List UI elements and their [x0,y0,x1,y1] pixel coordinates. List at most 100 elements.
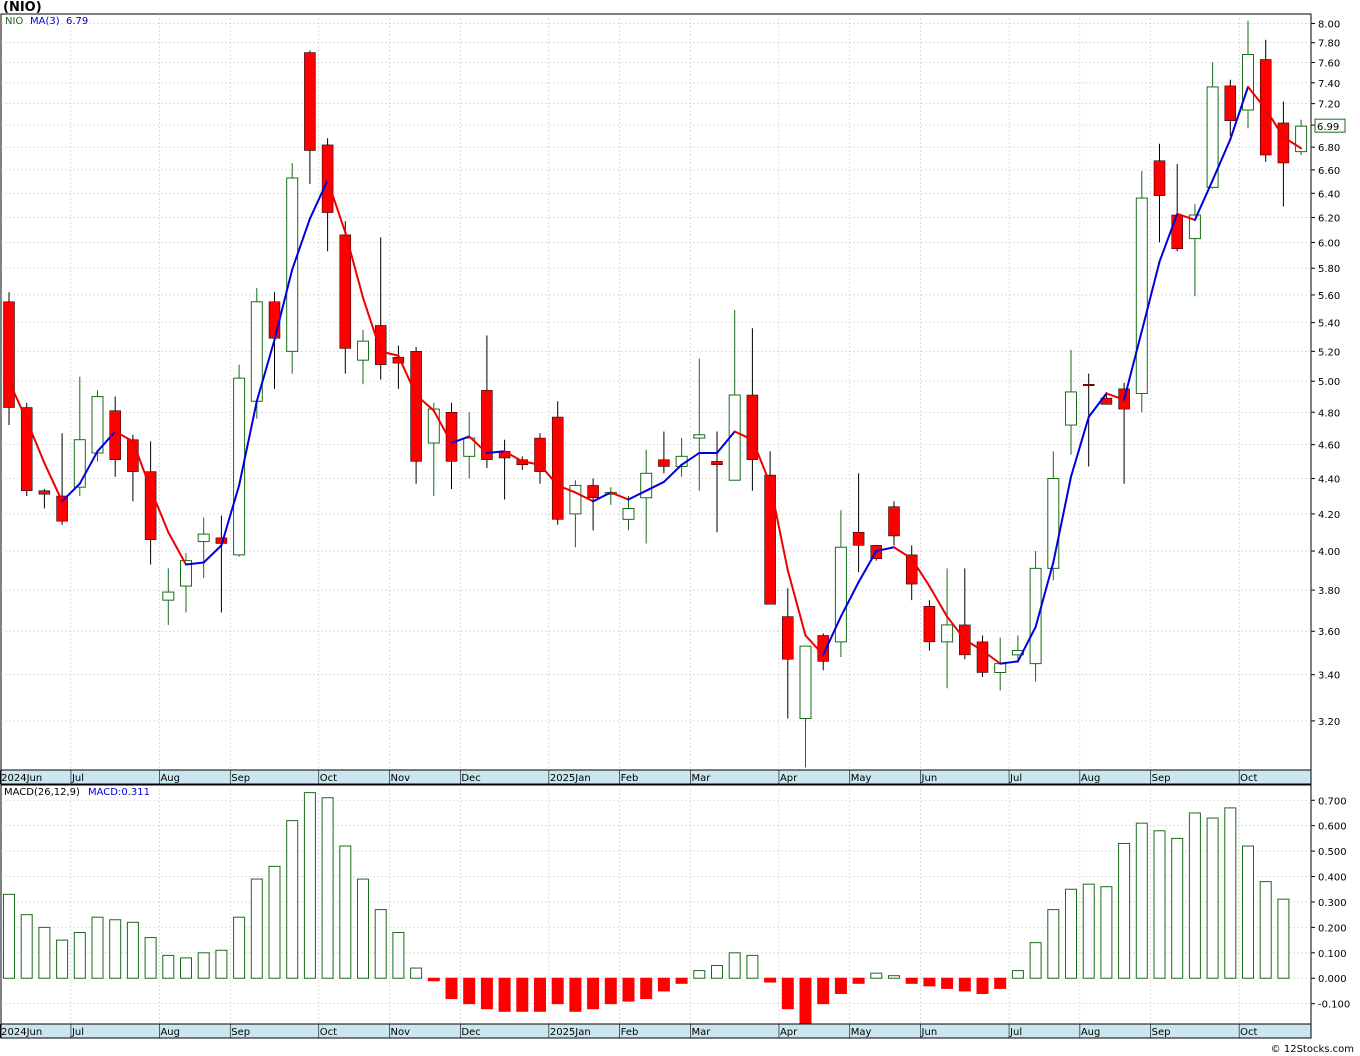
macd-bar [498,977,511,1012]
price-tick-label: 6.40 [1318,189,1340,200]
candle-body [410,351,422,462]
macd-bar [905,977,918,984]
macd-bar [693,970,706,979]
macd-bar [516,977,529,1012]
macd-bar [215,949,228,979]
macd-bar [1082,883,1095,979]
candle [3,292,15,426]
price-tick-label: 3.40 [1318,671,1340,682]
candle-body [304,52,316,151]
macd-bar [976,977,989,994]
candle-body [923,606,936,643]
macd-bar [268,865,281,979]
price-x-axis-label: Aug [160,773,180,784]
macd-bar [374,909,387,979]
macd-bar [73,931,86,979]
price-x-axis-label: 2025Jan [550,773,591,784]
macd-bar [764,977,777,983]
price-x-axis-label: Jun [921,773,938,784]
price-tick-label: 4.20 [1318,510,1340,521]
macd-tick-label: 0.500 [1318,847,1347,858]
price-tick-label: 7.40 [1318,79,1340,90]
macd-bar [286,820,299,979]
price-tick-label: 4.80 [1318,408,1340,419]
macd-x-axis-label: May [851,1027,872,1038]
macd-bar [781,977,794,1010]
candle-body [38,490,51,495]
macd-x-axis-label: Sep [1152,1027,1171,1038]
macd-bar [1047,909,1060,979]
macd-bar [834,977,847,994]
candle-body [286,177,299,352]
macd-bar [817,977,830,1005]
macd-plot-frame [0,784,1312,1025]
candle [551,401,564,525]
price-tick-label: 6.80 [1318,143,1340,154]
candle-body [1224,85,1237,122]
candle-body [1242,54,1254,111]
macd-bar [941,977,954,989]
macd-bar [622,977,635,1002]
macd-bar [250,878,263,979]
candle-body [711,461,723,466]
candle-body [427,408,440,444]
candle-body [764,474,776,605]
macd-bar [852,977,865,984]
macd-bar [1135,822,1148,979]
macd-tick-label: 0.200 [1318,923,1347,934]
candle-body [1047,477,1060,569]
macd-bar [144,937,157,979]
macd-tick-label: 0.000 [1318,974,1347,985]
price-plot-frame [0,13,1312,771]
macd-bar [657,977,670,992]
macd-bar [56,939,69,979]
macd-bar [923,977,936,987]
price-x-axis-label: Sep [1152,773,1171,784]
price-x-axis-label: Aug [1081,773,1101,784]
macd-bar [109,919,122,979]
candle-body [73,439,86,488]
macd-bar [746,954,759,979]
macd-bar [463,977,476,1005]
price-x-axis-label: Nov [391,773,411,784]
candle-body [941,624,954,643]
macd-bar [410,967,423,979]
macd-bar [587,977,600,1010]
price-x-axis-label: Dec [461,773,480,784]
macd-bar [888,975,900,979]
price-tick-label: 6.20 [1318,213,1340,224]
macd-bar [604,977,617,1005]
candle-body [1082,383,1095,387]
macd-bar [675,977,688,984]
price-x-axis-label: Feb [621,773,639,784]
candle-body [268,301,281,339]
macd-bar [1242,845,1254,979]
macd-bar [180,957,192,979]
candle-body [551,416,564,520]
price-tick-label: 7.80 [1318,39,1340,50]
macd-bar [1118,842,1131,979]
macd-x-axis-label: Aug [1081,1027,1101,1038]
macd-bar [640,977,653,1000]
macd-bar [427,977,440,982]
macd-bar [392,931,405,979]
candle-body [587,485,599,499]
macd-x-axis-label: Feb [621,1027,639,1038]
price-legend-symbol: NIO [5,16,23,27]
macd-bar [1277,898,1290,979]
candle-body [693,434,706,439]
candle-body [374,325,387,365]
price-tick-label: 3.20 [1318,717,1340,728]
macd-bar [1065,888,1077,979]
macd-x-axis-label: Dec [461,1027,480,1038]
candle-body [994,663,1007,673]
price-panel: 3.20 3.40 3.60 3.80 4.00 4.20 4.40 4.60 4.80 5.00… [0,13,1340,771]
price-x-axis-band [0,769,1312,785]
macd-x-axis-label: Oct [1240,1027,1257,1038]
candle [20,402,33,496]
candle-body [91,396,104,454]
macd-x-axis-label: 2024Jun [1,1027,42,1038]
candle-body [658,459,670,467]
price-legend-ma-label: MA(3) [30,16,60,27]
macd-bar [728,952,741,979]
